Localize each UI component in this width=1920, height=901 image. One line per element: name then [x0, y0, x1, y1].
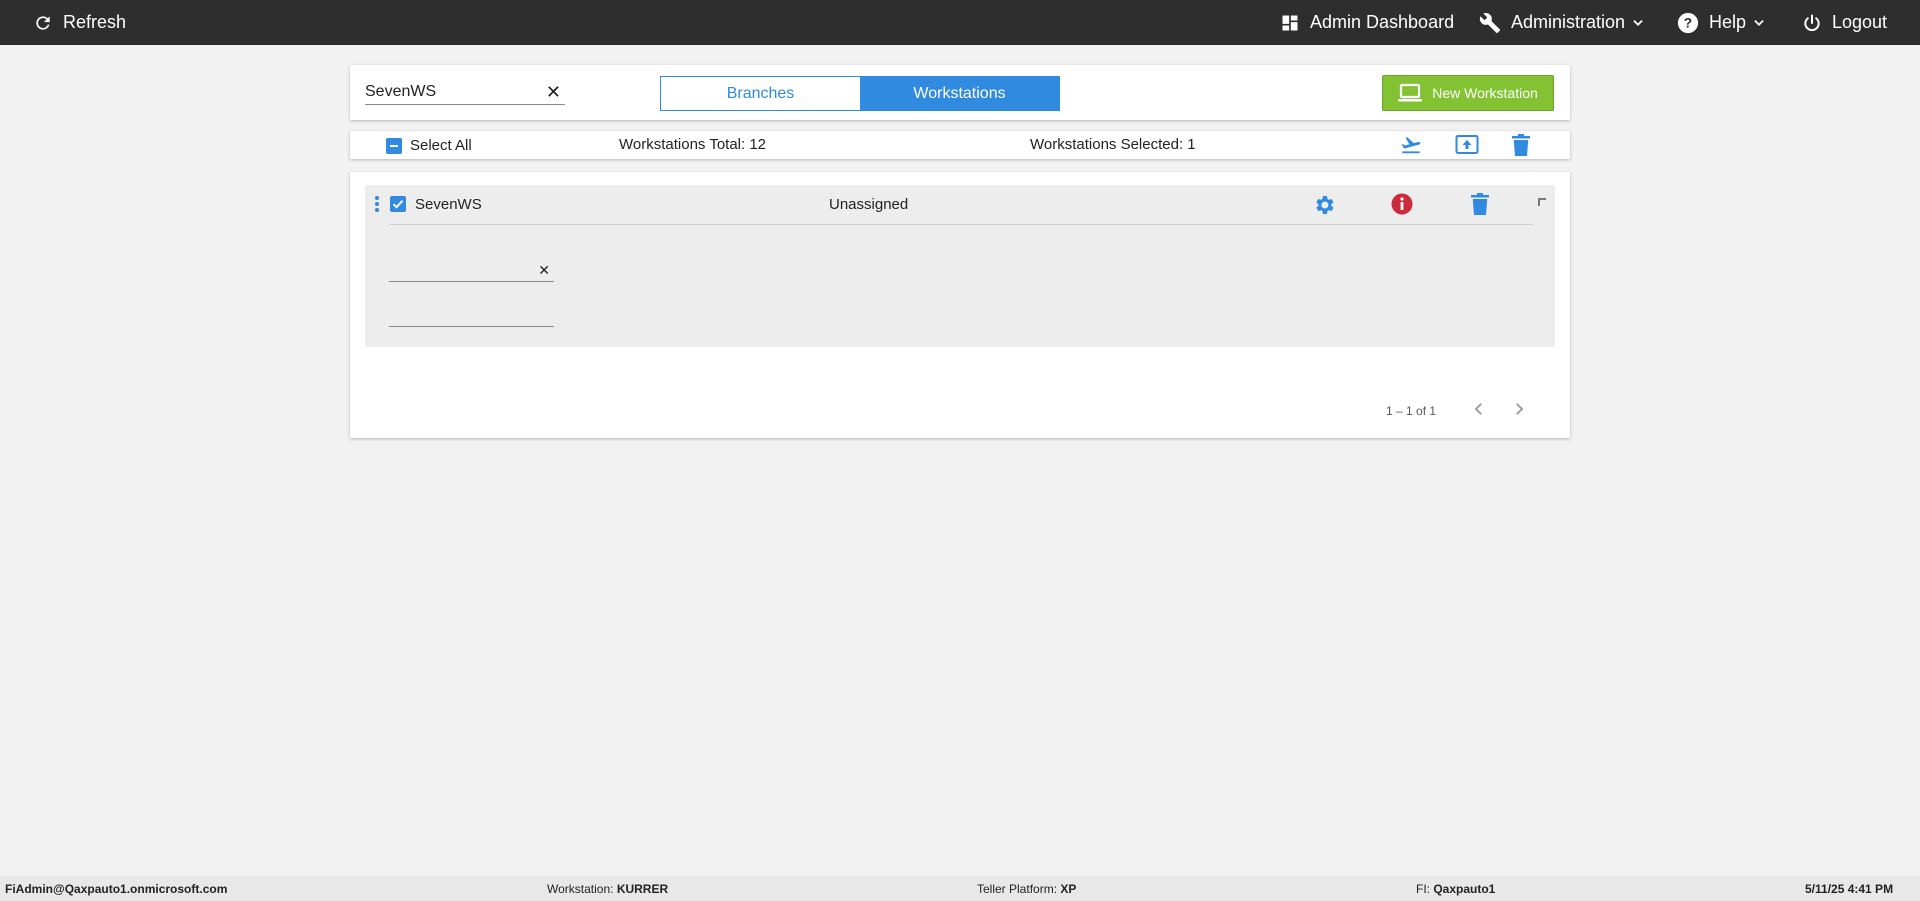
logout-button[interactable]: Logout	[1802, 0, 1887, 45]
footer-datetime: 5/11/25 4:41 PM	[1805, 882, 1894, 896]
chevron-down-icon	[1633, 19, 1643, 26]
trash-icon[interactable]	[1512, 134, 1530, 156]
chevron-right-icon[interactable]	[1510, 400, 1528, 418]
wrench-icon	[1479, 12, 1501, 33]
footer-platform: Teller Platform: XP	[977, 882, 1077, 896]
row-checkbox[interactable]	[390, 196, 406, 212]
new-workstation-label: New Workstation	[1432, 85, 1538, 101]
chevron-down-icon	[1754, 19, 1764, 26]
info-error-icon[interactable]	[1391, 193, 1413, 215]
search-field: ✕	[365, 81, 565, 105]
upload-box-icon[interactable]	[1455, 134, 1479, 156]
workstation-name: SevenWS	[415, 196, 482, 213]
administration-menu[interactable]: Administration	[1479, 0, 1645, 45]
view-toggle: Branches Workstations	[660, 76, 1060, 111]
top-bar: Refresh Admin Dashboard Administration ?…	[0, 0, 1920, 45]
dashboard-icon	[1282, 15, 1298, 30]
row-header	[389, 185, 1533, 225]
select-all-checkbox[interactable]: Select All	[386, 137, 472, 154]
help-circle-icon: ?	[1677, 12, 1699, 33]
footer-fi: FI: Qaxpauto1	[1416, 882, 1496, 896]
tab-workstations[interactable]: Workstations	[860, 77, 1059, 110]
kebab-menu-icon[interactable]	[374, 195, 380, 213]
workstation-status: Unassigned	[829, 196, 909, 213]
row-field-1: ✕	[389, 258, 554, 282]
clear-search-icon[interactable]: ✕	[546, 82, 561, 102]
row-field-2[interactable]	[389, 311, 554, 327]
selection-bar: Select All Workstations Total: 12 Workst…	[350, 131, 1570, 159]
refresh-label: Refresh	[63, 12, 127, 32]
svg-text:?: ?	[1684, 15, 1692, 30]
footer-user: FiAdmin@Qaxpauto1.onmicrosoft.com	[5, 882, 228, 896]
new-workstation-button[interactable]: New Workstation	[1382, 75, 1554, 111]
gear-icon[interactable]	[1312, 193, 1336, 217]
collapse-corner-icon[interactable]	[1537, 196, 1549, 208]
admin-dashboard-label: Admin Dashboard	[1310, 12, 1455, 32]
pagination-range: 1 – 1 of 1	[1386, 404, 1437, 418]
refresh-button[interactable]: Refresh	[33, 0, 126, 45]
power-icon	[1804, 14, 1820, 31]
administration-label: Administration	[1511, 12, 1626, 32]
clear-field-icon[interactable]: ✕	[538, 260, 550, 280]
refresh-icon	[36, 15, 50, 30]
footer-workstation: Workstation: KURRER	[547, 882, 669, 896]
status-footer: FiAdmin@Qaxpauto1.onmicrosoft.com Workst…	[0, 876, 1920, 901]
workstations-selected: Workstations Selected: 1	[1030, 136, 1196, 153]
help-menu[interactable]: ? Help	[1677, 0, 1766, 45]
search-toolbar: ✕ Branches Workstations New Workstation	[350, 65, 1570, 120]
table-row: SevenWS Unassigned ✕	[365, 185, 1555, 347]
workstations-total: Workstations Total: 12	[619, 136, 767, 153]
airplane-departure-icon[interactable]	[1400, 134, 1422, 156]
minus-checkbox-icon	[386, 137, 402, 154]
search-input[interactable]	[365, 81, 535, 103]
chevron-left-icon[interactable]	[1470, 400, 1488, 418]
tab-branches[interactable]: Branches	[661, 77, 860, 110]
laptop-icon	[1398, 83, 1423, 102]
trash-icon[interactable]	[1471, 193, 1489, 215]
workstation-list: SevenWS Unassigned ✕ 1 – 1 of 1	[350, 172, 1570, 438]
select-all-label: Select All	[410, 137, 472, 154]
help-label: Help	[1709, 12, 1747, 32]
admin-dashboard-link[interactable]: Admin Dashboard	[1280, 0, 1454, 45]
logout-label: Logout	[1832, 12, 1888, 32]
